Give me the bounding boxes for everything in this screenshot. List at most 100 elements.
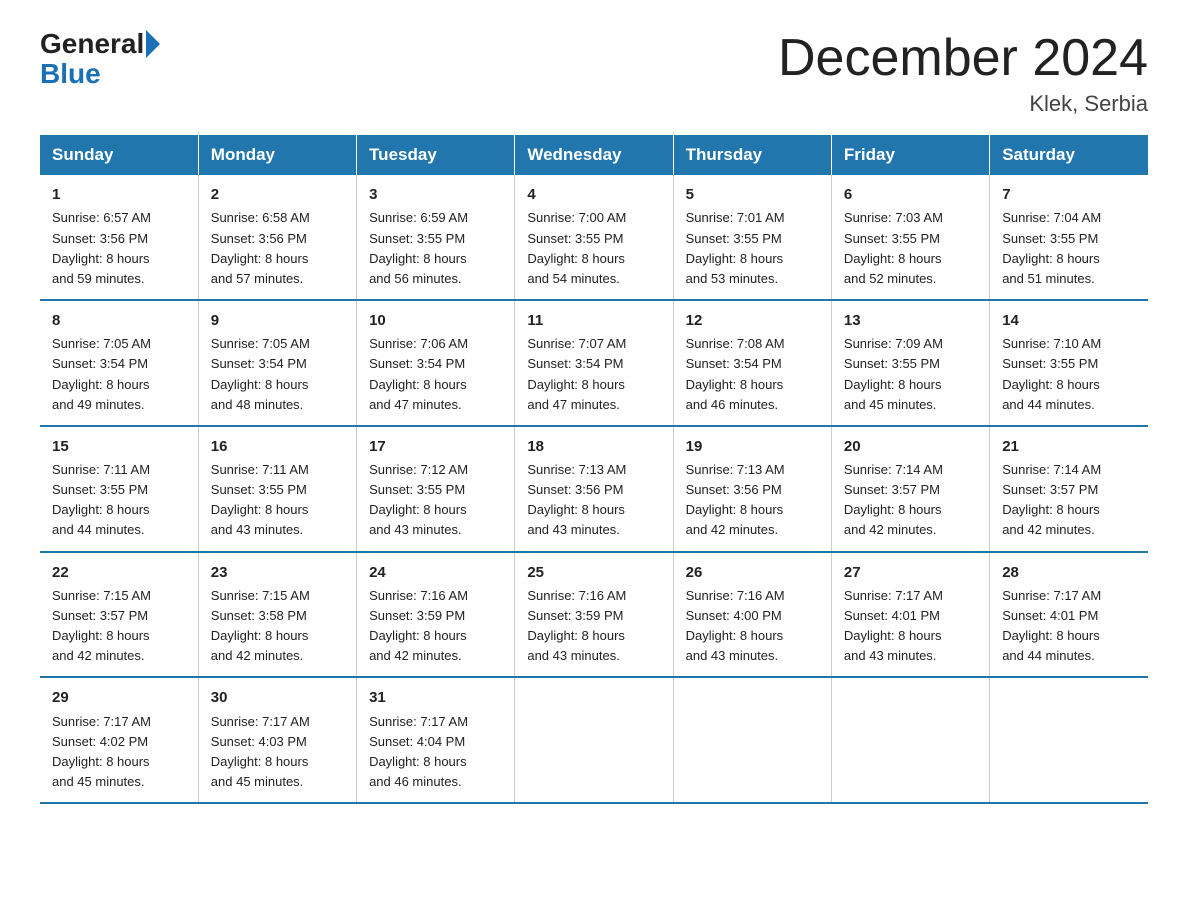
logo: General Blue (40, 30, 160, 90)
day-info: Sunrise: 7:04 AM Sunset: 3:55 PM Dayligh… (1002, 208, 1138, 289)
day-info: Sunrise: 7:03 AM Sunset: 3:55 PM Dayligh… (844, 208, 979, 289)
calendar-day-cell (515, 677, 673, 803)
day-info: Sunrise: 7:15 AM Sunset: 3:57 PM Dayligh… (52, 586, 188, 667)
day-number: 28 (1002, 561, 1138, 584)
day-of-week-header: Thursday (673, 135, 831, 175)
calendar-table: SundayMondayTuesdayWednesdayThursdayFrid… (40, 135, 1148, 804)
day-number: 29 (52, 686, 188, 709)
calendar-day-cell: 19Sunrise: 7:13 AM Sunset: 3:56 PM Dayli… (673, 426, 831, 552)
calendar-day-cell: 4Sunrise: 7:00 AM Sunset: 3:55 PM Daylig… (515, 175, 673, 300)
day-number: 1 (52, 183, 188, 206)
day-of-week-header: Sunday (40, 135, 198, 175)
day-of-week-header: Friday (831, 135, 989, 175)
day-info: Sunrise: 7:11 AM Sunset: 3:55 PM Dayligh… (52, 460, 188, 541)
day-number: 18 (527, 435, 662, 458)
calendar-day-cell: 22Sunrise: 7:15 AM Sunset: 3:57 PM Dayli… (40, 552, 198, 678)
day-info: Sunrise: 7:01 AM Sunset: 3:55 PM Dayligh… (686, 208, 821, 289)
day-number: 11 (527, 309, 662, 332)
calendar-day-cell: 12Sunrise: 7:08 AM Sunset: 3:54 PM Dayli… (673, 300, 831, 426)
logo-blue-text: Blue (40, 58, 101, 90)
calendar-week-row: 22Sunrise: 7:15 AM Sunset: 3:57 PM Dayli… (40, 552, 1148, 678)
day-info: Sunrise: 7:08 AM Sunset: 3:54 PM Dayligh… (686, 334, 821, 415)
day-number: 13 (844, 309, 979, 332)
day-number: 19 (686, 435, 821, 458)
day-number: 24 (369, 561, 504, 584)
calendar-day-cell: 7Sunrise: 7:04 AM Sunset: 3:55 PM Daylig… (990, 175, 1148, 300)
day-info: Sunrise: 7:17 AM Sunset: 4:04 PM Dayligh… (369, 712, 504, 793)
day-of-week-header: Tuesday (357, 135, 515, 175)
calendar-day-cell: 5Sunrise: 7:01 AM Sunset: 3:55 PM Daylig… (673, 175, 831, 300)
day-number: 25 (527, 561, 662, 584)
day-info: Sunrise: 7:11 AM Sunset: 3:55 PM Dayligh… (211, 460, 346, 541)
calendar-day-cell (831, 677, 989, 803)
day-number: 2 (211, 183, 346, 206)
calendar-day-cell: 3Sunrise: 6:59 AM Sunset: 3:55 PM Daylig… (357, 175, 515, 300)
calendar-header-row: SundayMondayTuesdayWednesdayThursdayFrid… (40, 135, 1148, 175)
calendar-day-cell: 31 Sunrise: 7:17 AM Sunset: 4:04 PM Dayli… (357, 677, 515, 803)
day-info: Sunrise: 7:17 AM Sunset: 4:01 PM Dayligh… (844, 586, 979, 667)
day-info: Sunrise: 7:16 AM Sunset: 3:59 PM Dayligh… (369, 586, 504, 667)
day-of-week-header: Wednesday (515, 135, 673, 175)
day-number: 6 (844, 183, 979, 206)
calendar-day-cell: 16Sunrise: 7:11 AM Sunset: 3:55 PM Dayli… (198, 426, 356, 552)
calendar-day-cell: 13Sunrise: 7:09 AM Sunset: 3:55 PM Dayli… (831, 300, 989, 426)
calendar-day-cell: 1Sunrise: 6:57 AM Sunset: 3:56 PM Daylig… (40, 175, 198, 300)
day-number: 31 (369, 686, 504, 709)
day-info: Sunrise: 7:17 AM Sunset: 4:01 PM Dayligh… (1002, 586, 1138, 667)
calendar-day-cell: 8Sunrise: 7:05 AM Sunset: 3:54 PM Daylig… (40, 300, 198, 426)
day-number: 4 (527, 183, 662, 206)
day-number: 3 (369, 183, 504, 206)
calendar-day-cell: 20Sunrise: 7:14 AM Sunset: 3:57 PM Dayli… (831, 426, 989, 552)
calendar-week-row: 29 Sunrise: 7:17 AM Sunset: 4:02 PM Dayli… (40, 677, 1148, 803)
day-number: 5 (686, 183, 821, 206)
calendar-day-cell: 14Sunrise: 7:10 AM Sunset: 3:55 PM Dayli… (990, 300, 1148, 426)
calendar-day-cell: 11Sunrise: 7:07 AM Sunset: 3:54 PM Dayli… (515, 300, 673, 426)
calendar-day-cell: 18Sunrise: 7:13 AM Sunset: 3:56 PM Dayli… (515, 426, 673, 552)
day-number: 15 (52, 435, 188, 458)
day-info: Sunrise: 7:13 AM Sunset: 3:56 PM Dayligh… (686, 460, 821, 541)
day-info: Sunrise: 7:12 AM Sunset: 3:55 PM Dayligh… (369, 460, 504, 541)
header: General Blue December 2024 Klek, Serbia (40, 30, 1148, 117)
day-number: 21 (1002, 435, 1138, 458)
day-info: Sunrise: 7:17 AM Sunset: 4:02 PM Dayligh… (52, 712, 188, 793)
day-number: 27 (844, 561, 979, 584)
day-info: Sunrise: 6:57 AM Sunset: 3:56 PM Dayligh… (52, 208, 188, 289)
day-number: 12 (686, 309, 821, 332)
calendar-week-row: 15Sunrise: 7:11 AM Sunset: 3:55 PM Dayli… (40, 426, 1148, 552)
day-of-week-header: Monday (198, 135, 356, 175)
calendar-day-cell: 24Sunrise: 7:16 AM Sunset: 3:59 PM Dayli… (357, 552, 515, 678)
day-number: 10 (369, 309, 504, 332)
day-info: Sunrise: 7:10 AM Sunset: 3:55 PM Dayligh… (1002, 334, 1138, 415)
day-info: Sunrise: 7:00 AM Sunset: 3:55 PM Dayligh… (527, 208, 662, 289)
calendar-day-cell: 23Sunrise: 7:15 AM Sunset: 3:58 PM Dayli… (198, 552, 356, 678)
day-info: Sunrise: 6:58 AM Sunset: 3:56 PM Dayligh… (211, 208, 346, 289)
calendar-day-cell (990, 677, 1148, 803)
day-info: Sunrise: 7:05 AM Sunset: 3:54 PM Dayligh… (211, 334, 346, 415)
calendar-day-cell: 25Sunrise: 7:16 AM Sunset: 3:59 PM Dayli… (515, 552, 673, 678)
day-info: Sunrise: 7:14 AM Sunset: 3:57 PM Dayligh… (844, 460, 979, 541)
day-number: 26 (686, 561, 821, 584)
day-number: 22 (52, 561, 188, 584)
logo-general-text: General (40, 30, 144, 58)
calendar-day-cell: 28Sunrise: 7:17 AM Sunset: 4:01 PM Dayli… (990, 552, 1148, 678)
day-number: 20 (844, 435, 979, 458)
calendar-week-row: 1Sunrise: 6:57 AM Sunset: 3:56 PM Daylig… (40, 175, 1148, 300)
calendar-day-cell: 15Sunrise: 7:11 AM Sunset: 3:55 PM Dayli… (40, 426, 198, 552)
calendar-day-cell: 30Sunrise: 7:17 AM Sunset: 4:03 PM Dayli… (198, 677, 356, 803)
calendar-day-cell: 10Sunrise: 7:06 AM Sunset: 3:54 PM Dayli… (357, 300, 515, 426)
calendar-day-cell: 17Sunrise: 7:12 AM Sunset: 3:55 PM Dayli… (357, 426, 515, 552)
day-number: 16 (211, 435, 346, 458)
day-number: 23 (211, 561, 346, 584)
day-number: 9 (211, 309, 346, 332)
calendar-day-cell: 27Sunrise: 7:17 AM Sunset: 4:01 PM Dayli… (831, 552, 989, 678)
day-info: Sunrise: 7:16 AM Sunset: 4:00 PM Dayligh… (686, 586, 821, 667)
day-of-week-header: Saturday (990, 135, 1148, 175)
day-info: Sunrise: 7:17 AM Sunset: 4:03 PM Dayligh… (211, 712, 346, 793)
day-info: Sunrise: 6:59 AM Sunset: 3:55 PM Dayligh… (369, 208, 504, 289)
logo-triangle-icon (146, 30, 160, 58)
main-title: December 2024 (778, 30, 1148, 87)
calendar-day-cell: 2Sunrise: 6:58 AM Sunset: 3:56 PM Daylig… (198, 175, 356, 300)
day-info: Sunrise: 7:15 AM Sunset: 3:58 PM Dayligh… (211, 586, 346, 667)
title-block: December 2024 Klek, Serbia (778, 30, 1148, 117)
day-number: 7 (1002, 183, 1138, 206)
